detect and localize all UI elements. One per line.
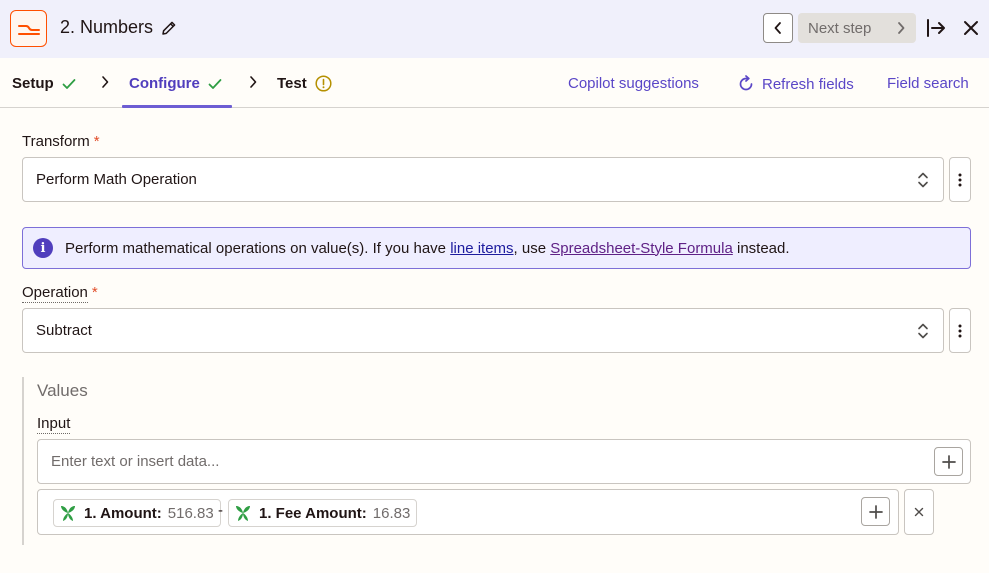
remove-value-button[interactable] [904,489,934,535]
pencil-icon[interactable] [161,20,177,36]
kebab-menu-icon [958,173,962,186]
next-step-button[interactable]: Next step [798,13,916,43]
chevron-left-icon [774,22,781,34]
next-step-label: Next step [808,19,872,37]
values-group-bar [22,377,24,545]
amount-data-pill[interactable]: 1. Amount: 516.83 [53,499,221,527]
step-header: 2. Numbers Next step [0,0,989,58]
transform-select-value: Perform Math Operation [36,171,197,188]
operation-label-text: Operation [22,284,88,303]
tab-setup-label: Setup [12,75,54,92]
operation-more-button[interactable] [949,308,971,353]
required-marker: * [93,133,100,150]
transform-select[interactable]: Perform Math Operation [22,157,944,202]
plant-leaf-icon [61,506,75,521]
spreadsheet-formula-link[interactable]: Spreadsheet-Style Formula [550,240,733,257]
formatter-app-icon [10,10,47,47]
operation-select[interactable]: Subtract [22,308,944,353]
plus-icon [868,504,883,519]
insert-data-button[interactable] [934,447,963,476]
chevron-right-icon [250,76,257,88]
previous-step-button[interactable] [763,13,793,43]
step-tabs: Setup Configure Test Copilot suggestions… [0,58,989,108]
formatter-icon [17,24,40,35]
active-tab-indicator [122,105,232,108]
fee-amount-data-pill[interactable]: 1. Fee Amount: 16.83 [228,499,418,527]
check-icon [62,78,76,89]
step-title-text: 2. Numbers [60,17,154,37]
collapse-panel-icon[interactable] [925,17,947,43]
info-alert: i Perform mathematical operations on val… [22,227,971,269]
tab-setup[interactable]: Setup [12,75,76,92]
pill-value: 516.83 [167,504,214,522]
field-search-label: Field search [887,75,969,92]
values-title: Values [37,381,88,400]
pill-value: 16.83 [372,504,411,522]
insert-value-button[interactable] [861,497,890,526]
close-icon[interactable] [962,19,980,41]
pill-label: 1. Amount: [84,504,162,522]
refresh-icon [739,75,753,91]
input-label: Input [37,415,71,434]
select-arrows-icon [918,323,928,339]
tab-test-label: Test [277,75,307,92]
transform-more-button[interactable] [949,157,971,202]
copilot-suggestions-link[interactable]: Copilot suggestions [568,75,699,92]
input-label-text: Input [37,415,71,434]
plant-leaf-icon [236,506,250,521]
transform-label-text: Transform [22,133,90,150]
step-title[interactable]: 2. Numbers [60,17,177,38]
warning-icon [315,75,332,92]
refresh-fields-button[interactable]: Refresh fields [737,75,854,93]
required-marker: * [91,284,98,301]
tab-configure[interactable]: Configure [129,75,222,92]
field-search-link[interactable]: Field search [887,75,969,92]
operation-label: Operation * [22,284,98,303]
chevron-right-icon [102,76,109,88]
plus-icon [941,454,956,469]
value-expression-field[interactable]: 1. Amount: 516.83 - 1. Fee Amount: 16.83 [37,489,899,535]
check-icon [208,78,222,89]
input-placeholder: Enter text or insert data... [51,453,220,470]
pill-label: 1. Fee Amount: [259,504,367,522]
transform-label: Transform * [22,133,100,150]
copilot-suggestions-label: Copilot suggestions [568,75,699,92]
operation-select-value: Subtract [36,322,92,339]
close-icon [914,507,924,517]
line-items-link[interactable]: line items [450,240,513,257]
tab-configure-label: Configure [129,75,200,92]
info-icon: i [33,238,53,258]
kebab-menu-icon [958,324,962,337]
input-field[interactable]: Enter text or insert data... [37,439,971,484]
operator-sign: - [218,502,223,519]
select-arrows-icon [918,172,928,188]
refresh-fields-label: Refresh fields [762,75,854,93]
tab-test[interactable]: Test [277,75,332,92]
info-text: Perform mathematical operations on value… [65,239,790,257]
chevron-right-icon [898,22,905,34]
